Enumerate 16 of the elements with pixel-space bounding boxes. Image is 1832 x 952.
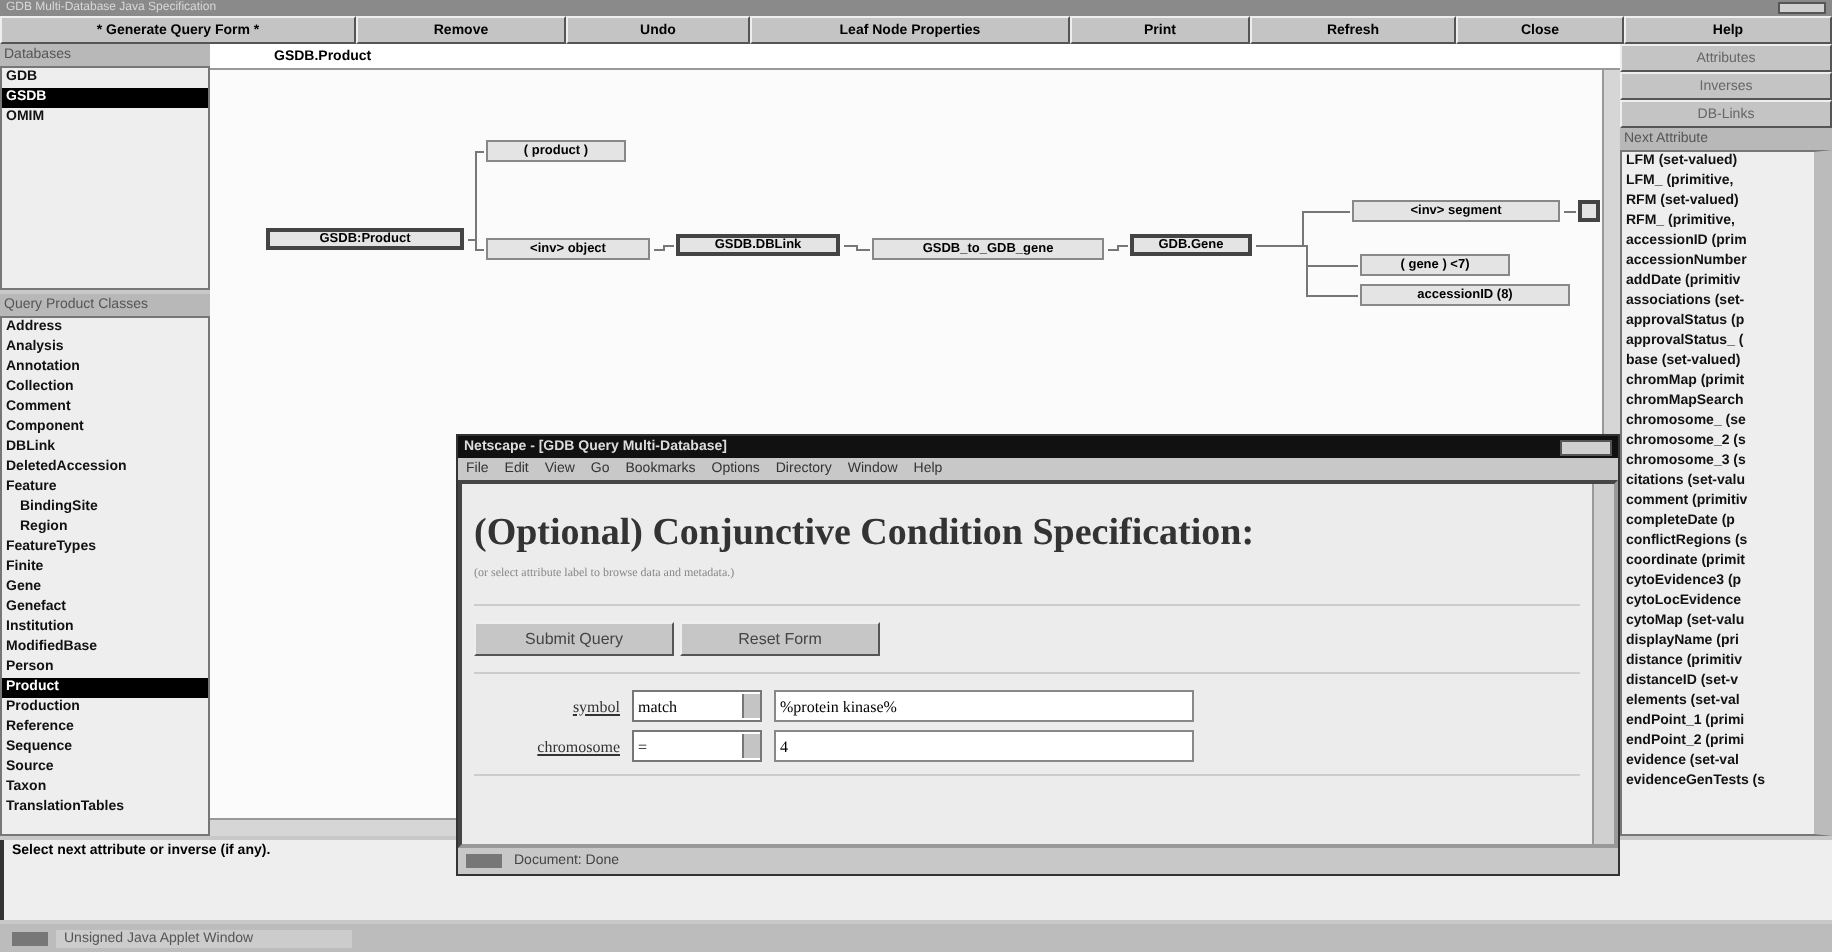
connector-line [843,245,871,251]
connector-line [1107,245,1129,251]
connector-line [653,245,675,251]
form-button[interactable]: Reset Form [680,622,880,656]
scrollbar[interactable] [1592,484,1614,844]
attribute-link[interactable]: symbol [474,697,620,715]
page-heading: (Optional) Conjunctive Condition Specification: [474,512,1257,556]
diagram-node[interactable] [1578,200,1600,222]
window-controls-icon[interactable] [1560,439,1612,455]
operator-select[interactable]: match [632,690,762,722]
value-field[interactable]: %protein kinase% [774,690,1194,722]
operator-select[interactable]: = [632,730,762,762]
value-field[interactable]: 4 [774,730,1194,762]
form-button[interactable]: Submit Query [474,622,674,656]
attribute-link[interactable]: chromosome [474,737,620,755]
connector-line [1563,211,1577,213]
